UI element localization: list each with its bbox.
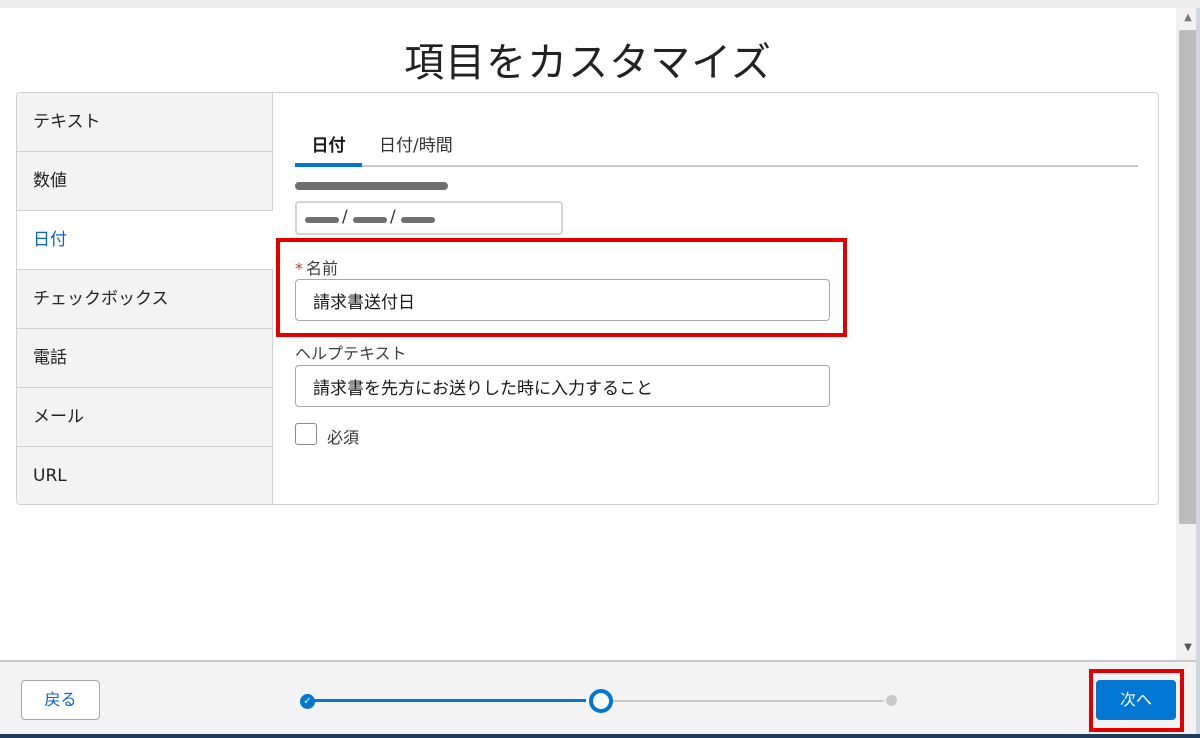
- sidebar-item-date[interactable]: 日付: [17, 211, 273, 270]
- date-type-tabs: 日付 日付/時間: [295, 119, 1138, 167]
- step-upcoming-indicator: [886, 695, 897, 706]
- modal-footer: 戻る ✓ 次へ: [0, 660, 1200, 738]
- step-complete-check-icon: ✓: [300, 694, 315, 709]
- back-button[interactable]: 戻る: [21, 680, 100, 720]
- date-placeholder-bar: [305, 217, 339, 223]
- tab-datetime[interactable]: 日付/時間: [379, 131, 453, 156]
- background-window-edge: [0, 734, 1200, 738]
- sidebar-item-text[interactable]: テキスト: [17, 93, 272, 152]
- window-top-strip: [0, 0, 1200, 8]
- date-placeholder-bar: [401, 217, 435, 223]
- progress-line-remaining: [612, 700, 884, 702]
- sidebar-item-number[interactable]: 数値: [17, 152, 272, 211]
- step-current-indicator: [589, 689, 613, 713]
- page-title: 項目をカスタマイズ: [404, 40, 772, 86]
- name-field-highlight: [276, 238, 847, 337]
- date-preview-label-placeholder: [295, 182, 448, 190]
- sidebar-item-checkbox[interactable]: チェックボックス: [17, 270, 272, 329]
- required-checkbox-label: 必須: [327, 428, 360, 447]
- required-checkbox[interactable]: [295, 423, 317, 445]
- date-separator: /: [390, 207, 396, 227]
- date-placeholder-bar: [353, 217, 387, 223]
- background-window-edge: [1196, 8, 1200, 738]
- sidebar-item-phone[interactable]: 電話: [17, 329, 272, 388]
- progress-line-completed: [314, 699, 586, 702]
- field-type-sidebar: テキスト 数値 日付 チェックボックス 電話 メール URL: [17, 93, 273, 504]
- help-text-label: ヘルプテキスト: [295, 344, 407, 363]
- date-preview-field: / /: [295, 201, 563, 235]
- sidebar-item-email[interactable]: メール: [17, 388, 272, 447]
- tab-date[interactable]: 日付: [295, 131, 362, 156]
- sidebar-item-url[interactable]: URL: [17, 447, 272, 504]
- help-text-input[interactable]: [295, 365, 830, 407]
- active-tab-indicator: [295, 163, 362, 167]
- scroll-thumb[interactable]: [1179, 30, 1197, 524]
- date-separator: /: [342, 207, 348, 227]
- next-button-highlight: [1089, 669, 1184, 732]
